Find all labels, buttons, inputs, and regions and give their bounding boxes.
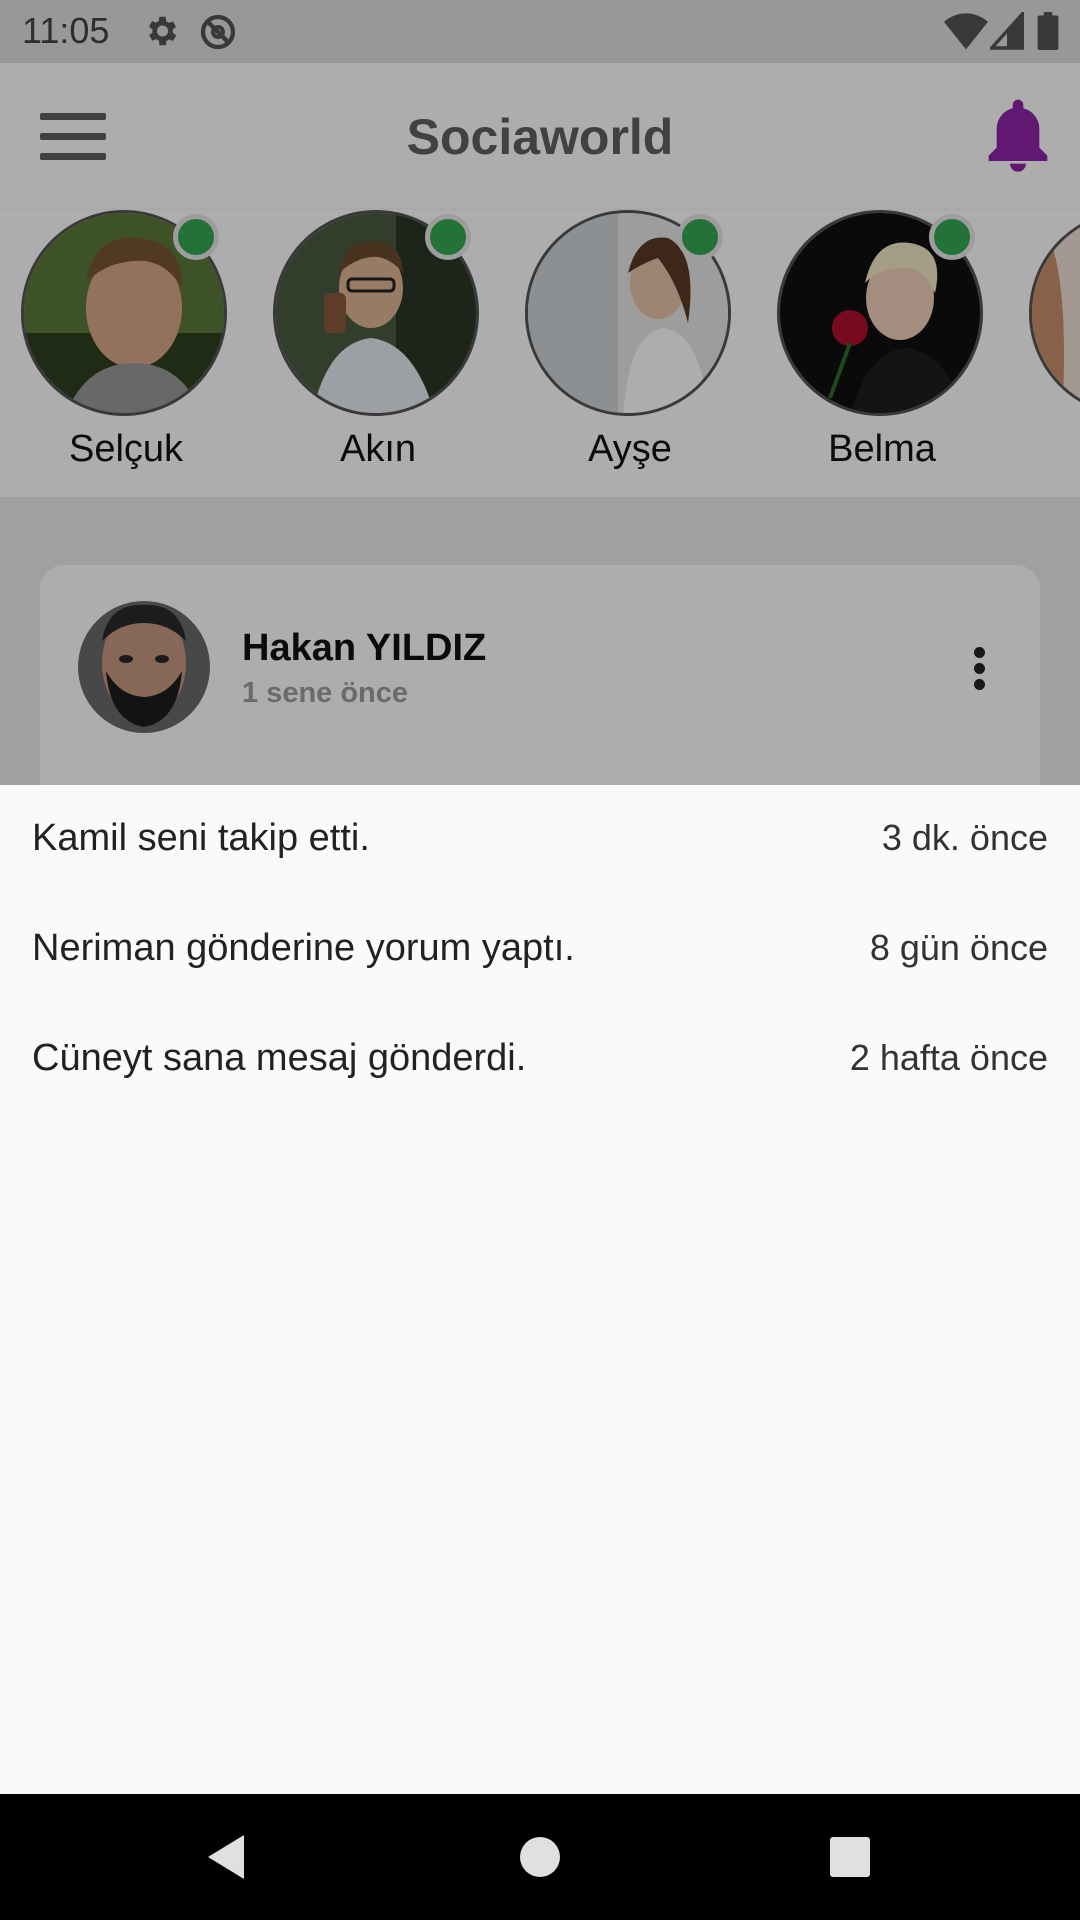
screen: 11:05 Sociaworld Selçuk Akın Ayşe Belma … xyxy=(0,0,1080,1920)
notification-text: Cüneyt sana mesaj gönderdi. xyxy=(32,1037,527,1079)
back-triangle-icon[interactable] xyxy=(200,1827,260,1887)
notification-item[interactable]: Cüneyt sana mesaj gönderdi. 2 hafta önce xyxy=(32,1037,1048,1107)
notification-time: 8 gün önce xyxy=(869,927,1048,968)
system-nav-bar xyxy=(0,1794,1080,1920)
notification-item[interactable]: Neriman gönderine yorum yaptı. 8 gün önc… xyxy=(32,927,1048,997)
notification-time: 3 dk. önce xyxy=(881,817,1048,858)
notification-time: 2 hafta önce xyxy=(849,1037,1048,1078)
recents-square-icon[interactable] xyxy=(820,1827,880,1887)
modal-scrim[interactable] xyxy=(0,0,1080,785)
notification-text: Neriman gönderine yorum yaptı. xyxy=(32,927,575,969)
notification-text: Kamil seni takip etti. xyxy=(32,817,370,859)
notification-item[interactable]: Kamil seni takip etti. 3 dk. önce xyxy=(32,817,1048,887)
home-circle-icon[interactable] xyxy=(510,1827,570,1887)
notifications-sheet: Kamil seni takip etti. 3 dk. önce Nerima… xyxy=(0,785,1080,1794)
